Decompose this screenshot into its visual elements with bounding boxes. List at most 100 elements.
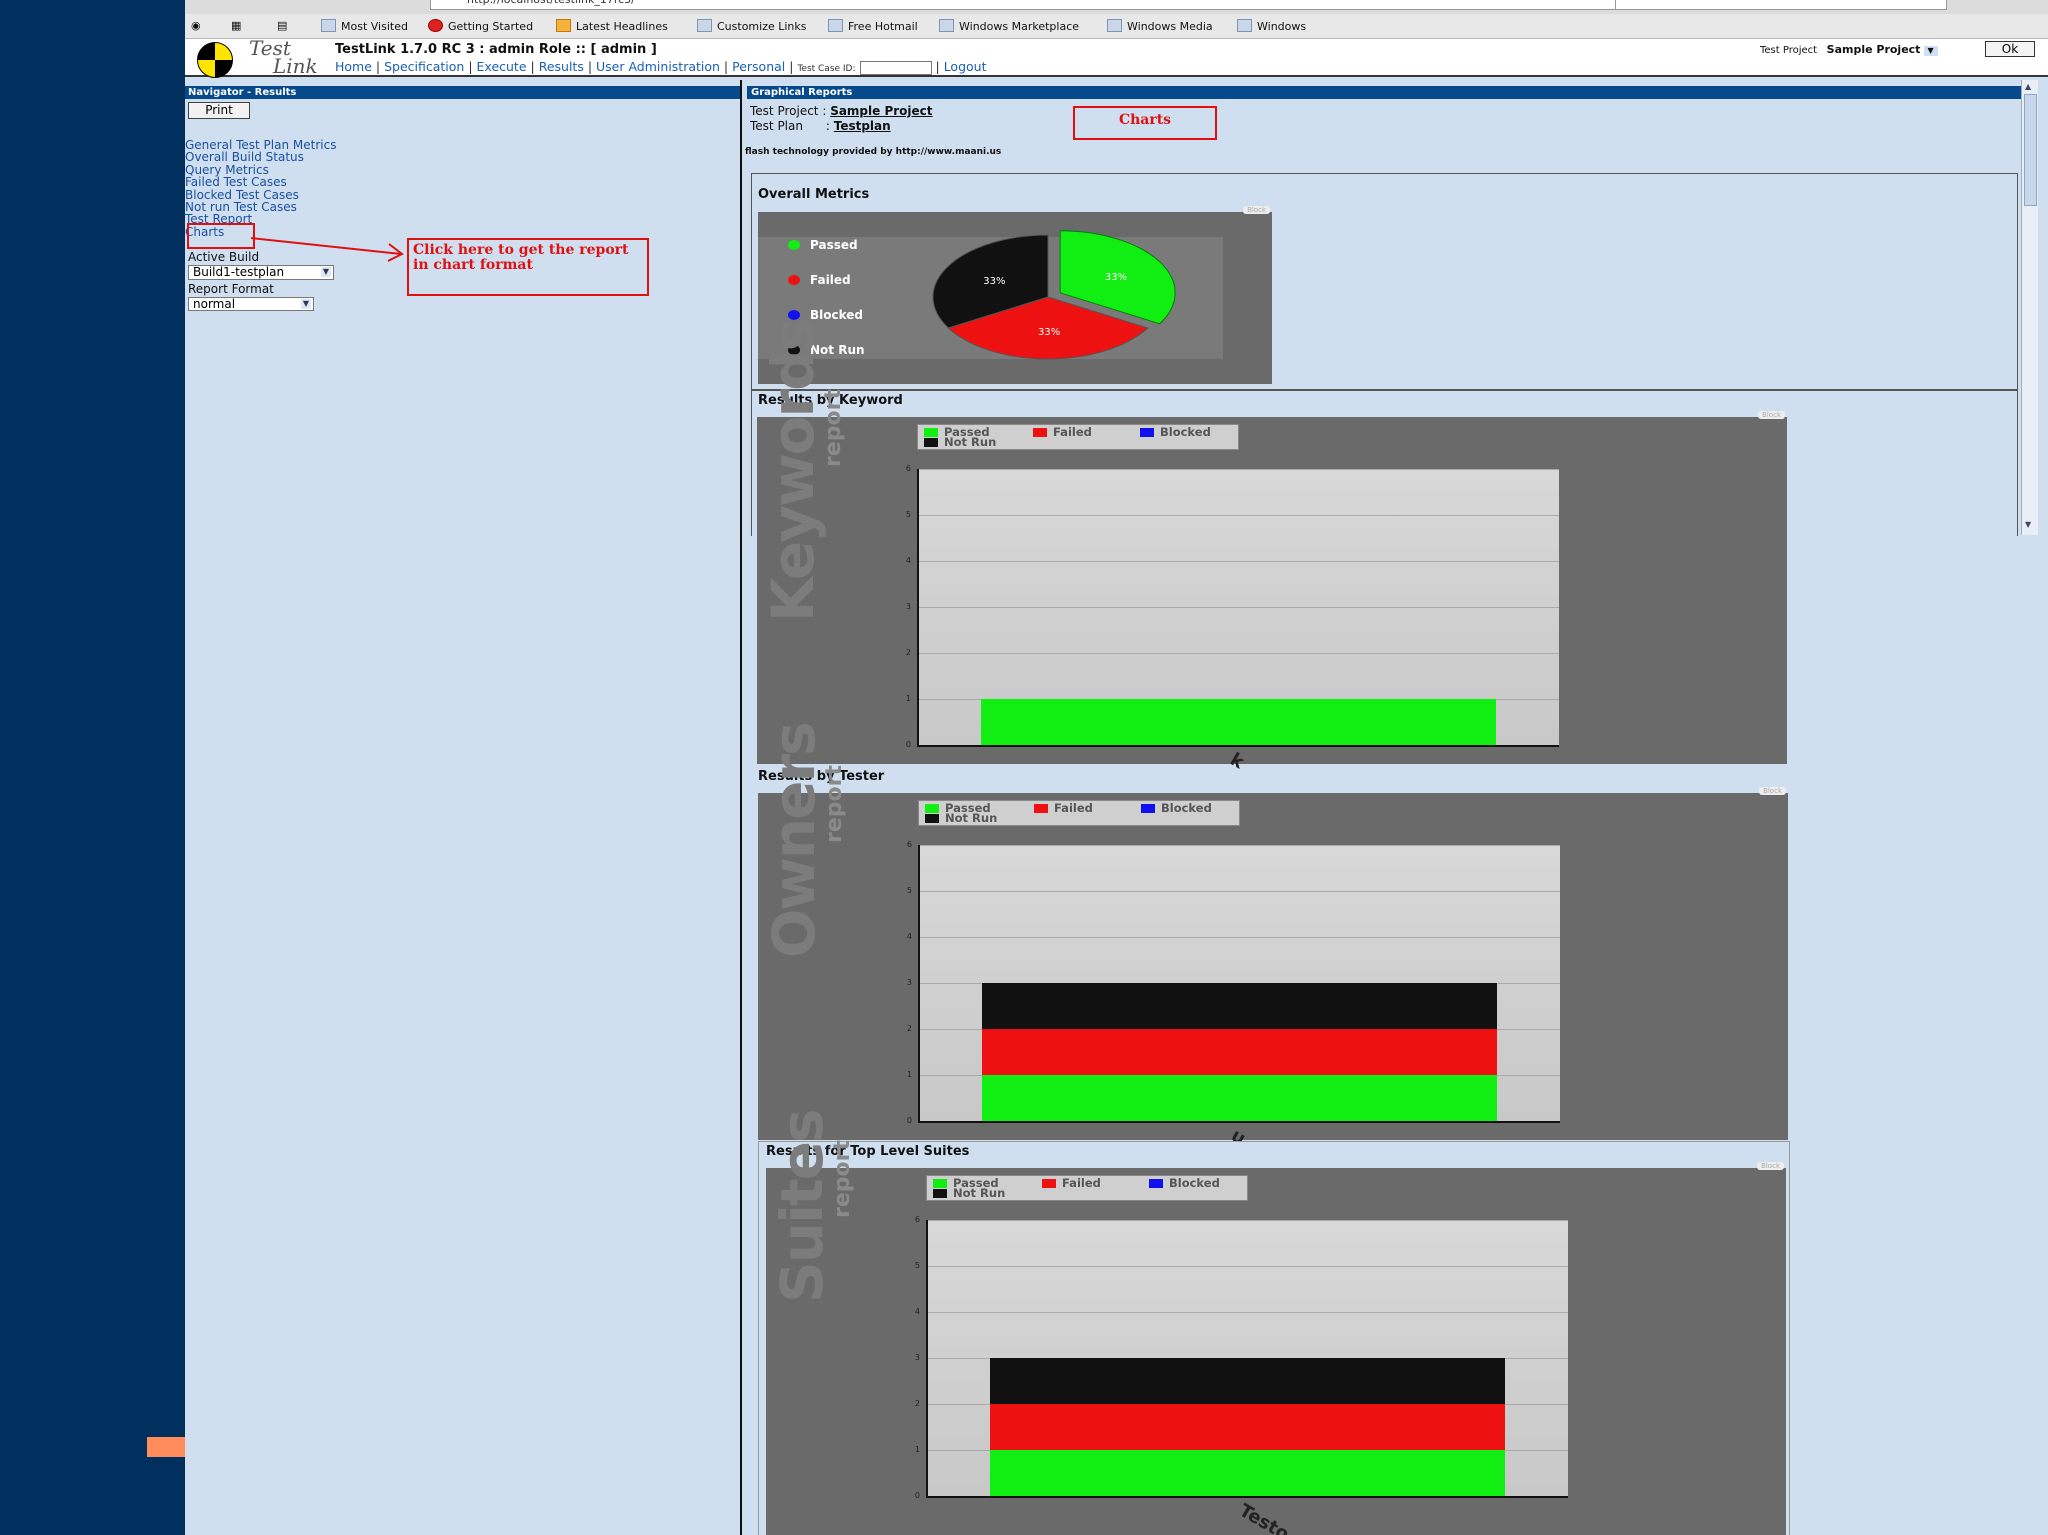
search-input[interactable]	[1615, 0, 1947, 10]
failed-swatch	[788, 275, 800, 285]
gridline	[920, 937, 1560, 938]
bookmark-windows-media[interactable]: Windows Media	[1107, 19, 1213, 33]
y-tick-label: 5	[906, 886, 912, 895]
legend-item-not-run: Not Run	[924, 435, 997, 449]
test-plan-label: Test Plan :	[750, 119, 830, 133]
frame-divider[interactable]	[740, 80, 747, 1535]
charts-highlight-box	[187, 223, 255, 249]
bookmark-latest-headlines[interactable]: Latest Headlines	[556, 19, 668, 33]
legend-label: Failed	[810, 273, 851, 287]
callout-arrow	[251, 237, 404, 262]
y-tick-label: 2	[914, 1399, 920, 1408]
scroll-up-icon[interactable]: ▲	[2025, 82, 2031, 91]
feed-icon	[556, 19, 571, 32]
chart-plot-area	[917, 469, 1559, 747]
block-label: Block	[1243, 206, 1270, 214]
url-input[interactable]: http://localhost/testlink_17rc3/	[430, 0, 1618, 10]
scrollbar-thumb[interactable]	[2024, 94, 2037, 206]
bookmark-label: Windows Marketplace	[959, 20, 1080, 33]
graphical-reports-title: Graphical Reports	[747, 86, 2028, 99]
ok-button[interactable]: Ok	[1985, 41, 2035, 57]
grid-icon[interactable]: ▤	[277, 19, 287, 32]
overall-metrics-title: Overall Metrics	[758, 187, 870, 202]
bookmark-windows[interactable]: Windows	[1237, 19, 1306, 33]
bar-not-run	[982, 983, 1497, 1029]
scroll-down-icon[interactable]: ▼	[2025, 520, 2031, 529]
legend-label: Not Run	[944, 435, 997, 449]
test-project-value: Sample Project	[1826, 43, 1921, 56]
legend-swatch	[1033, 428, 1047, 437]
nav-personal[interactable]: Personal	[732, 59, 785, 74]
y-tick-label: 4	[905, 556, 911, 565]
test-project-label: Test Project :	[750, 104, 827, 118]
add-bookmark-icon[interactable]: ▦	[231, 19, 241, 32]
chevron-down-icon: ▼	[1923, 46, 1938, 56]
legend-item-blocked: Blocked	[1141, 802, 1212, 814]
bookmark-windows-marketplace[interactable]: Windows Marketplace	[939, 19, 1079, 33]
legend-label: Failed	[1054, 801, 1093, 815]
print-button[interactable]: Print	[188, 102, 250, 119]
chart-legend: Passed Failed Blocked Not Run	[918, 800, 1240, 826]
vertical-scrollbar[interactable]: ▲ ▼	[2021, 80, 2038, 535]
app-title: TestLink 1.7.0 RC 3 : admin Role :: [ ad…	[335, 42, 657, 57]
firefox-icon	[428, 19, 443, 32]
nav-results[interactable]: Results	[539, 59, 584, 74]
y-tick-label: 5	[914, 1261, 920, 1270]
chart-watermark: Owners	[760, 723, 828, 958]
chart-plot-area	[926, 1220, 1568, 1498]
charts-annotation: Charts	[1073, 106, 1217, 140]
chart-legend: Passed Failed Blocked Not Run	[926, 1175, 1248, 1201]
bookmark-free-hotmail[interactable]: Free Hotmail	[828, 19, 918, 33]
nav-specification[interactable]: Specification	[384, 59, 464, 74]
legend-item-failed: Failed	[1042, 1177, 1101, 1189]
gridline	[919, 607, 1559, 608]
gridline	[920, 845, 1560, 846]
main-nav: Home | Specification | Execute | Results…	[335, 59, 987, 75]
gridline	[919, 653, 1559, 654]
y-tick-label: 1	[905, 694, 911, 703]
active-build-value: Build1-testplan	[193, 265, 285, 279]
link-overall-build-status[interactable]: Overall Build Status	[185, 151, 336, 164]
rss-icon[interactable]: ◉	[191, 19, 201, 32]
flash-credit: flash technology provided by http://www.…	[745, 147, 1002, 157]
suites-chart-panel: Block Suites report Passed Failed Blocked Not …	[766, 1110, 1786, 1535]
block-label: Block	[1757, 1162, 1784, 1170]
keyword-chart-panel: Block Keywords report Passed Failed Blocked No…	[757, 319, 1787, 773]
block-label: Block	[1758, 411, 1785, 419]
test-project-selector[interactable]: Test Project Sample Project ▼	[1760, 43, 1938, 56]
legend-label: Failed	[1053, 425, 1092, 439]
legend-item-failed: Failed	[1033, 425, 1092, 439]
testlink-logo-icon	[197, 42, 233, 78]
tester-chart-panel: Block Owners report Passed Failed Blocked Not …	[758, 723, 1788, 1150]
link-failed-test-cases[interactable]: Failed Test Cases	[185, 176, 336, 189]
active-build-label: Active Build	[188, 250, 260, 264]
test-project-label: Test Project	[1760, 45, 1818, 56]
callout-note: Click here to get the report in chart fo…	[407, 238, 649, 296]
test-project-link[interactable]: Sample Project	[830, 104, 932, 118]
bookmark-getting-started[interactable]: Getting Started	[428, 19, 533, 33]
pie-data-label: 33%	[1038, 327, 1060, 338]
nav-logout[interactable]: Logout	[944, 59, 987, 74]
report-format-select[interactable]: normal ▼	[188, 297, 314, 311]
x-tick-label: Testo	[1235, 1500, 1293, 1535]
test-plan-link[interactable]: Testplan	[834, 119, 891, 133]
pie-legend-failed: Failed	[788, 273, 851, 287]
legend-swatch	[1034, 804, 1048, 813]
page-icon	[697, 19, 712, 32]
nav-execute[interactable]: Execute	[477, 59, 527, 74]
bookmark-label: Most Visited	[341, 20, 408, 33]
nav-user-administration[interactable]: User Administration	[596, 59, 720, 74]
legend-swatch	[924, 428, 938, 437]
bookmark-label: Windows Media	[1127, 20, 1213, 33]
y-tick-label: 1	[906, 1070, 912, 1079]
bookmark-customize-links[interactable]: Customize Links	[697, 19, 807, 33]
y-tick-label: 6	[905, 464, 911, 473]
nav-home[interactable]: Home	[335, 59, 372, 74]
bookmark-label: Customize Links	[717, 20, 807, 33]
test-case-id-input[interactable]	[859, 60, 932, 75]
bookmark-most-visited[interactable]: Most Visited	[321, 19, 408, 33]
chart-watermark-sub: report	[821, 389, 846, 467]
active-build-select[interactable]: Build1-testplan ▼	[188, 265, 334, 280]
legend-swatch	[925, 804, 939, 813]
chart-watermark: Keywords	[759, 318, 827, 622]
